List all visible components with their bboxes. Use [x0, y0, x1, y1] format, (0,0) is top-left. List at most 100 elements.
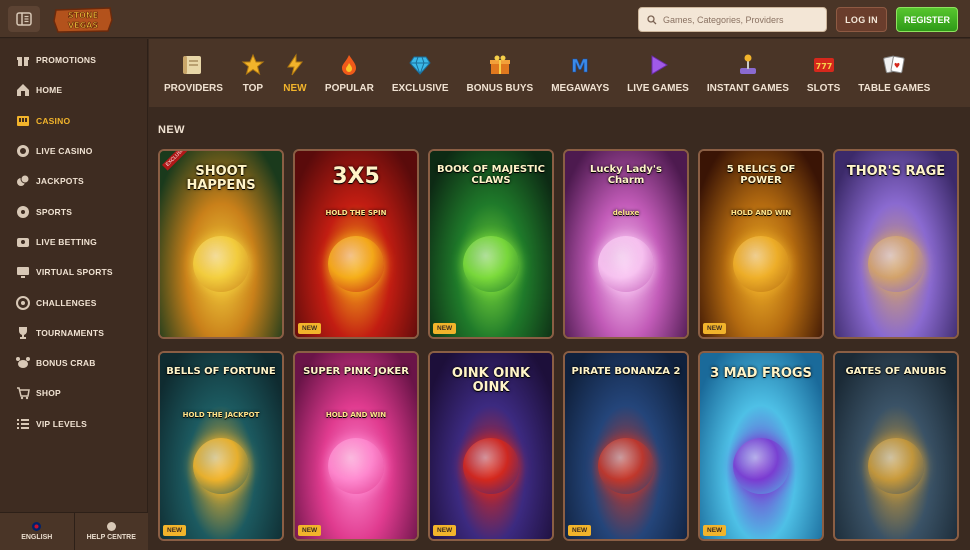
sidebar-item-shop[interactable]: SHOP — [0, 378, 147, 408]
category-label: PROVIDERS — [164, 82, 223, 94]
cards-icon: ♥ — [882, 53, 906, 77]
category-tab-instant-games[interactable]: INSTANT GAMES — [698, 39, 798, 107]
sidebar-item-sports[interactable]: SPORTS — [0, 196, 147, 226]
game-subtitle: HOLD AND WIN — [730, 209, 792, 217]
sidebar-item-vip-levels[interactable]: VIP LEVELS — [0, 409, 147, 439]
game-title: BELLS OF FORTUNE — [166, 366, 276, 377]
search-box[interactable] — [638, 7, 827, 32]
sidebar-item-virtual-sports[interactable]: VIRTUAL SPORTS — [0, 257, 147, 287]
category-tab-bonus-buys[interactable]: BONUS BUYS — [458, 39, 543, 107]
megaways-icon: M — [568, 53, 592, 77]
category-tab-table-games[interactable]: ♥ TABLE GAMES — [849, 39, 939, 107]
sidebar-item-label: JACKPOTS — [36, 176, 84, 187]
game-subtitle: deluxe — [612, 209, 640, 217]
search-input[interactable] — [663, 14, 823, 25]
category-label: TOP — [242, 82, 264, 94]
sidebar-item-challenges[interactable]: CHALLENGES — [0, 287, 147, 317]
category-tab-new[interactable]: NEW — [274, 39, 316, 107]
sidebar-item-live-casino[interactable]: LIVE CASINO — [0, 136, 147, 166]
game-card[interactable]: SUPER PINK JOKER HOLD AND WIN NEW — [293, 351, 419, 541]
category-tab-megaways[interactable]: M MEGAWAYS — [542, 39, 618, 107]
register-button[interactable]: REGISTER — [896, 7, 958, 32]
coins-icon — [16, 174, 30, 188]
game-title: 5 RELICS OF POWER — [726, 164, 796, 186]
menu-toggle-button[interactable] — [8, 6, 40, 32]
new-badge: NEW — [163, 525, 187, 536]
game-title: SHOOT HAPPENS — [186, 164, 256, 193]
game-card[interactable]: BOOK OF MAJESTIC CLAWS NEW — [428, 149, 554, 339]
chip-icon — [16, 144, 30, 158]
game-card[interactable]: BELLS OF FORTUNE HOLD THE JACKPOT NEW — [158, 351, 284, 541]
sidebar-item-home[interactable]: HOME — [0, 75, 147, 105]
scroll-icon — [181, 53, 205, 77]
home-icon — [16, 83, 30, 97]
sidebar-item-casino[interactable]: CASINO — [0, 106, 147, 136]
sidebar: PROMOTIONS HOME CASINO LIVE CASINO JACKPOTS S… — [0, 39, 148, 550]
sidebar-item-label: PROMOTIONS — [36, 55, 97, 66]
language-label: ENGLISH — [21, 534, 53, 541]
game-card[interactable]: PIRATE BONANZA 2 NEW — [563, 351, 689, 541]
sidebar-item-label: BONUS CRAB — [36, 358, 96, 369]
game-emblem — [328, 438, 384, 494]
game-emblem — [733, 438, 789, 494]
category-label: SLOTS — [806, 82, 841, 94]
game-title: THOR'S RAGE — [846, 164, 946, 179]
cart-icon — [16, 386, 30, 400]
category-tab-slots[interactable]: 777 SLOTS — [798, 39, 849, 107]
game-title: OINK OINK OINK — [451, 366, 531, 395]
game-title: BOOK OF MAJESTIC CLAWS — [437, 164, 545, 186]
sidebar-item-jackpots[interactable]: JACKPOTS — [0, 166, 147, 196]
game-card[interactable]: GATES OF ANUBIS — [833, 351, 959, 541]
help-centre-button[interactable]: HELP CENTRE — [73, 513, 148, 550]
category-tab-top[interactable]: TOP — [232, 39, 274, 107]
game-emblem — [193, 438, 249, 494]
game-title: 3 MAD FROGS — [710, 366, 812, 381]
sidebar-item-label: SPORTS — [36, 206, 73, 217]
777-icon: 777 — [812, 53, 836, 77]
login-button[interactable]: LOG IN — [836, 7, 887, 32]
new-badge: NEW — [298, 525, 322, 536]
new-badge: NEW — [703, 323, 727, 334]
sidebar-item-live-betting[interactable]: LIVE BETTING — [0, 227, 147, 257]
help-icon — [106, 522, 116, 531]
sidebar-item-label: HOME — [36, 85, 63, 96]
category-tab-popular[interactable]: POPULAR — [316, 39, 383, 107]
svg-text:M: M — [571, 56, 589, 77]
sidebar-item-label: VIP LEVELS — [36, 418, 87, 429]
new-badge: NEW — [433, 323, 457, 334]
gift-box-icon — [488, 53, 512, 77]
play-icon — [646, 53, 670, 77]
category-label: INSTANT GAMES — [706, 82, 789, 94]
sidebar-item-label: VIRTUAL SPORTS — [36, 267, 113, 278]
language-button[interactable]: ENGLISH — [0, 513, 74, 550]
section-title: NEW — [158, 124, 185, 136]
sidebar-item-label: LIVE CASINO — [36, 146, 93, 157]
stone-vegas-logo[interactable]: STONE VEGAS — [52, 4, 114, 34]
category-tab-providers[interactable]: PROVIDERS — [155, 39, 232, 107]
game-card[interactable]: OINK OINK OINK NEW — [428, 351, 554, 541]
sidebar-item-label: CASINO — [36, 115, 71, 126]
game-emblem — [193, 236, 249, 292]
sidebar-item-tournaments[interactable]: TOURNAMENTS — [0, 318, 147, 348]
sidebar-footer: ENGLISH HELP CENTRE — [0, 512, 148, 550]
game-card[interactable]: Lucky Lady's Charm deluxe — [563, 149, 689, 339]
sidebar-item-bonus-crab[interactable]: BONUS CRAB — [0, 348, 147, 378]
game-emblem — [868, 236, 924, 292]
gift-icon — [16, 53, 30, 67]
list-icon — [16, 417, 30, 431]
diamond-icon — [408, 53, 432, 77]
game-card[interactable]: 3 MAD FROGS NEW — [698, 351, 824, 541]
category-label: BONUS BUYS — [466, 82, 534, 94]
game-emblem — [598, 236, 654, 292]
crab-icon — [16, 356, 30, 370]
game-card[interactable]: 3X5 HOLD THE SPIN NEW — [293, 149, 419, 339]
game-title: GATES OF ANUBIS — [845, 366, 947, 377]
category-tab-exclusive[interactable]: EXCLUSIVE — [383, 39, 458, 107]
sidebar-item-promotions[interactable]: PROMOTIONS — [0, 45, 147, 75]
category-tab-live-games[interactable]: LIVE GAMES — [618, 39, 698, 107]
search-icon — [647, 14, 657, 24]
game-card[interactable]: SHOOT HAPPENS EXCLUSIVE — [158, 149, 284, 339]
game-card[interactable]: 5 RELICS OF POWER HOLD AND WIN NEW — [698, 149, 824, 339]
category-label: EXCLUSIVE — [391, 82, 449, 94]
game-card[interactable]: THOR'S RAGE — [833, 149, 959, 339]
